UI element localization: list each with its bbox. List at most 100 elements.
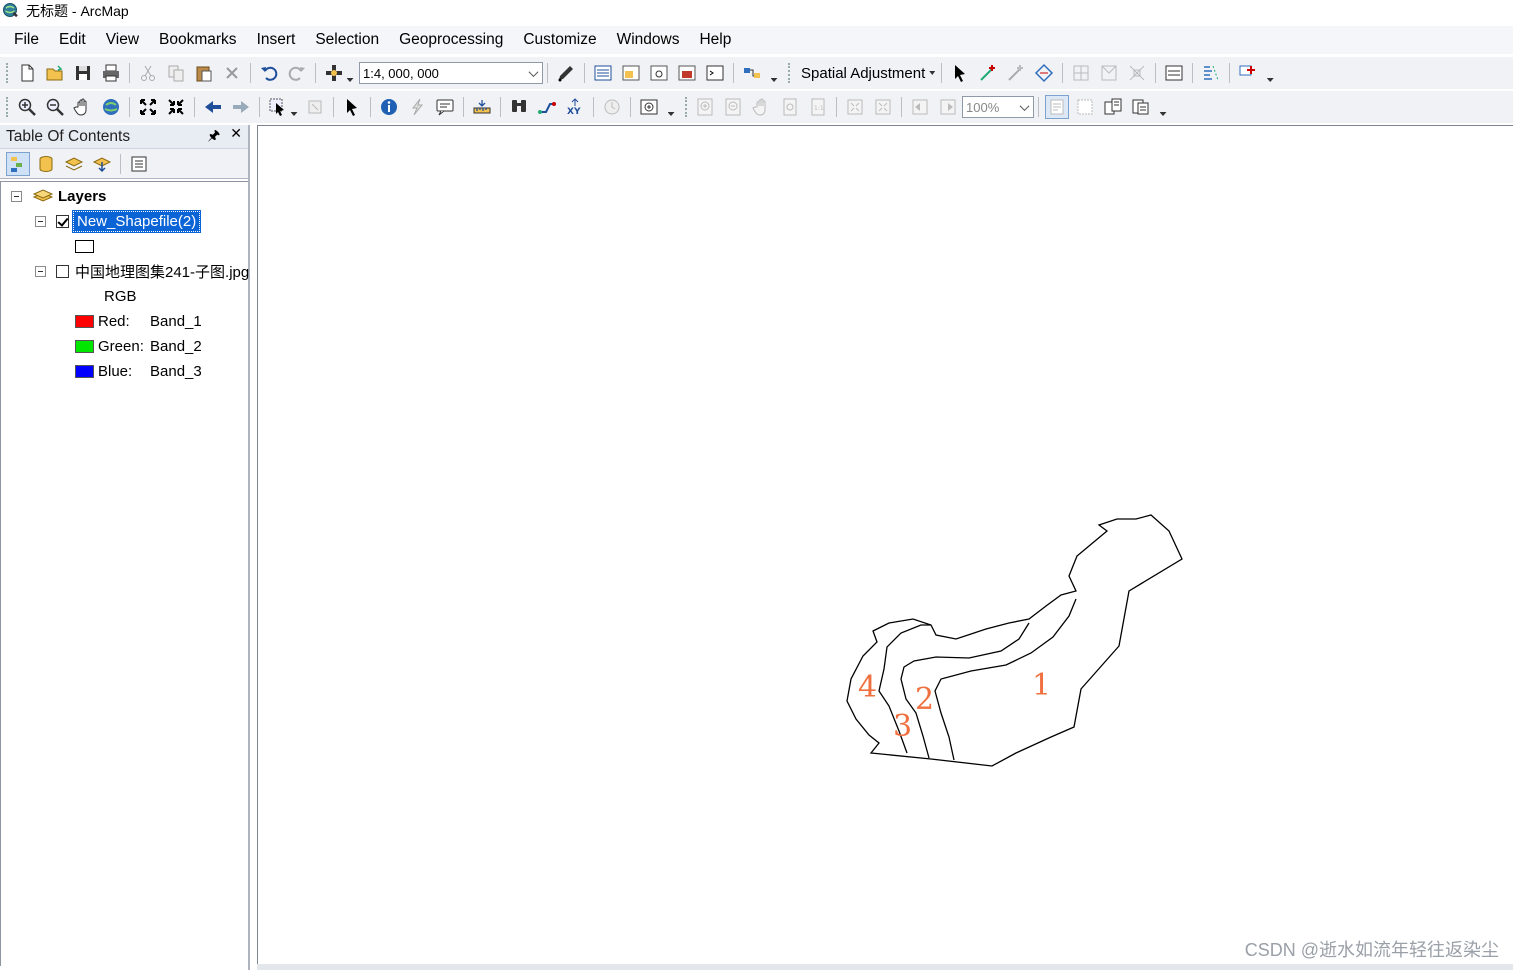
find-icon[interactable]	[507, 95, 531, 119]
identify-icon[interactable]	[377, 95, 401, 119]
html-popup-icon[interactable]	[433, 95, 457, 119]
full-extent-icon[interactable]	[99, 95, 123, 119]
fixed-zoom-in-icon[interactable]	[136, 95, 160, 119]
search-window-icon[interactable]	[647, 61, 671, 85]
select-elements-icon[interactable]	[948, 61, 972, 85]
collapse-icon[interactable]	[35, 265, 46, 277]
zoom-in-icon[interactable]	[15, 95, 39, 119]
zoom-100-percent-icon[interactable]: 1:1	[806, 95, 830, 119]
attribute-transfer-icon[interactable]	[1162, 61, 1186, 85]
clear-selection-icon[interactable]	[303, 95, 327, 119]
print-button[interactable]	[99, 61, 123, 85]
measure-icon[interactable]	[470, 95, 494, 119]
map-view[interactable]: 1 2 3 4 CSDN @逝水如流年轻往返染尘	[257, 125, 1513, 970]
menu-edit[interactable]: Edit	[49, 26, 96, 54]
toolbar-options-icon[interactable]	[1158, 96, 1168, 118]
layout-pan-icon[interactable]	[750, 95, 774, 119]
toolbar-options-icon[interactable]	[1265, 62, 1275, 84]
layer-name[interactable]: 中国地理图集241-子图.jpg	[75, 261, 249, 282]
model-builder-icon[interactable]	[740, 61, 764, 85]
zoom-percent-combo[interactable]: 100%	[962, 96, 1034, 118]
new-document-button[interactable]	[15, 61, 39, 85]
add-data-dropdown-icon[interactable]	[346, 62, 354, 84]
arctoolbox-icon[interactable]	[675, 61, 699, 85]
delete-icon[interactable]	[220, 61, 244, 85]
catalog-window-icon[interactable]	[619, 61, 643, 85]
save-button[interactable]	[71, 61, 95, 85]
go-forward-icon[interactable]	[229, 95, 253, 119]
pin-icon[interactable]: 🖈	[207, 125, 220, 149]
data-driven-pages-icon[interactable]	[1129, 95, 1153, 119]
toolbar-grip[interactable]	[6, 97, 10, 117]
toolbar-options-icon[interactable]	[769, 62, 779, 84]
cut-icon[interactable]	[136, 61, 160, 85]
time-slider-icon[interactable]	[600, 95, 624, 119]
green-band-swatch[interactable]	[75, 339, 94, 353]
fixed-zoom-out-layout-icon[interactable]	[871, 95, 895, 119]
select-dropdown-icon[interactable]	[290, 96, 298, 118]
map-scale-combo[interactable]: 1:4, 000, 000	[359, 62, 543, 84]
toolbar-grip[interactable]	[6, 63, 10, 83]
collapse-icon[interactable]	[35, 215, 46, 227]
layer-visibility-checkbox[interactable]	[56, 214, 69, 228]
copy-icon[interactable]	[164, 61, 188, 85]
layer-row-new-shapefile[interactable]: New_Shapefile(2)	[35, 209, 202, 233]
close-icon[interactable]: ✕	[230, 125, 242, 149]
band-row-green[interactable]: Green: Band_2	[75, 335, 202, 357]
red-band-swatch[interactable]	[75, 314, 94, 328]
map-canvas[interactable]: 1 2 3 4	[258, 126, 1513, 970]
layer-row-raster[interactable]: 中国地理图集241-子图.jpg	[35, 260, 249, 282]
zoom-out-icon[interactable]	[43, 95, 67, 119]
change-layout-icon[interactable]	[1101, 95, 1125, 119]
focus-data-frame-icon[interactable]	[1073, 95, 1097, 119]
fixed-zoom-out-icon[interactable]	[164, 95, 188, 119]
toggle-draft-mode-icon[interactable]	[1045, 95, 1069, 119]
view-adjustment-preview-icon[interactable]	[1097, 61, 1121, 85]
layout-zoom-in-icon[interactable]	[694, 95, 718, 119]
spatial-adjustment-tools-icon[interactable]	[1236, 61, 1260, 85]
layer-symbol-row[interactable]	[75, 235, 98, 257]
menu-selection[interactable]: Selection	[305, 26, 389, 54]
go-back-extent-icon[interactable]	[908, 95, 932, 119]
pan-icon[interactable]	[71, 95, 95, 119]
chevron-down-icon[interactable]	[524, 63, 542, 83]
redo-icon[interactable]	[285, 61, 309, 85]
modify-link-icon[interactable]	[1004, 61, 1028, 85]
list-by-source-icon[interactable]	[34, 152, 58, 176]
go-to-xy-icon[interactable]: XY	[563, 95, 587, 119]
list-by-drawing-order-icon[interactable]	[6, 151, 30, 176]
toolbar-options-icon[interactable]	[666, 96, 676, 118]
layout-zoom-out-icon[interactable]	[722, 95, 746, 119]
layer-name[interactable]: New_Shapefile(2)	[71, 209, 202, 233]
spatial-adjustment-menu[interactable]: Spatial Adjustment	[795, 65, 937, 82]
collapse-icon[interactable]	[11, 190, 22, 202]
polygon-symbol-swatch[interactable]	[75, 239, 94, 253]
layer-visibility-checkbox[interactable]	[56, 264, 69, 278]
menu-insert[interactable]: Insert	[247, 26, 306, 54]
go-back-icon[interactable]	[201, 95, 225, 119]
limited-adjustment-icon[interactable]	[1125, 61, 1149, 85]
fixed-zoom-in-layout-icon[interactable]	[843, 95, 867, 119]
go-forward-extent-icon[interactable]	[936, 95, 960, 119]
link-table-icon[interactable]	[1069, 61, 1093, 85]
multi-displacement-icon[interactable]	[1032, 61, 1056, 85]
add-data-icon[interactable]	[322, 61, 346, 85]
hyperlink-icon[interactable]	[405, 95, 429, 119]
paste-icon[interactable]	[192, 61, 216, 85]
new-displacement-link-icon[interactable]	[976, 61, 1000, 85]
menu-customize[interactable]: Customize	[513, 26, 606, 54]
chevron-down-icon[interactable]	[1015, 97, 1033, 117]
python-window-icon[interactable]	[703, 61, 727, 85]
options-icon[interactable]	[127, 152, 151, 176]
menu-view[interactable]: View	[96, 26, 149, 54]
toolbar-grip[interactable]	[788, 63, 792, 83]
edge-match-icon[interactable]	[1199, 61, 1223, 85]
band-row-blue[interactable]: Blue: Band_3	[75, 360, 202, 382]
blue-band-swatch[interactable]	[75, 364, 94, 378]
create-viewer-window-icon[interactable]	[637, 95, 661, 119]
open-button[interactable]	[43, 61, 67, 85]
menu-help[interactable]: Help	[689, 26, 741, 54]
select-features-icon[interactable]	[266, 95, 290, 119]
table-of-contents-icon[interactable]	[591, 61, 615, 85]
menu-bookmarks[interactable]: Bookmarks	[149, 26, 247, 54]
